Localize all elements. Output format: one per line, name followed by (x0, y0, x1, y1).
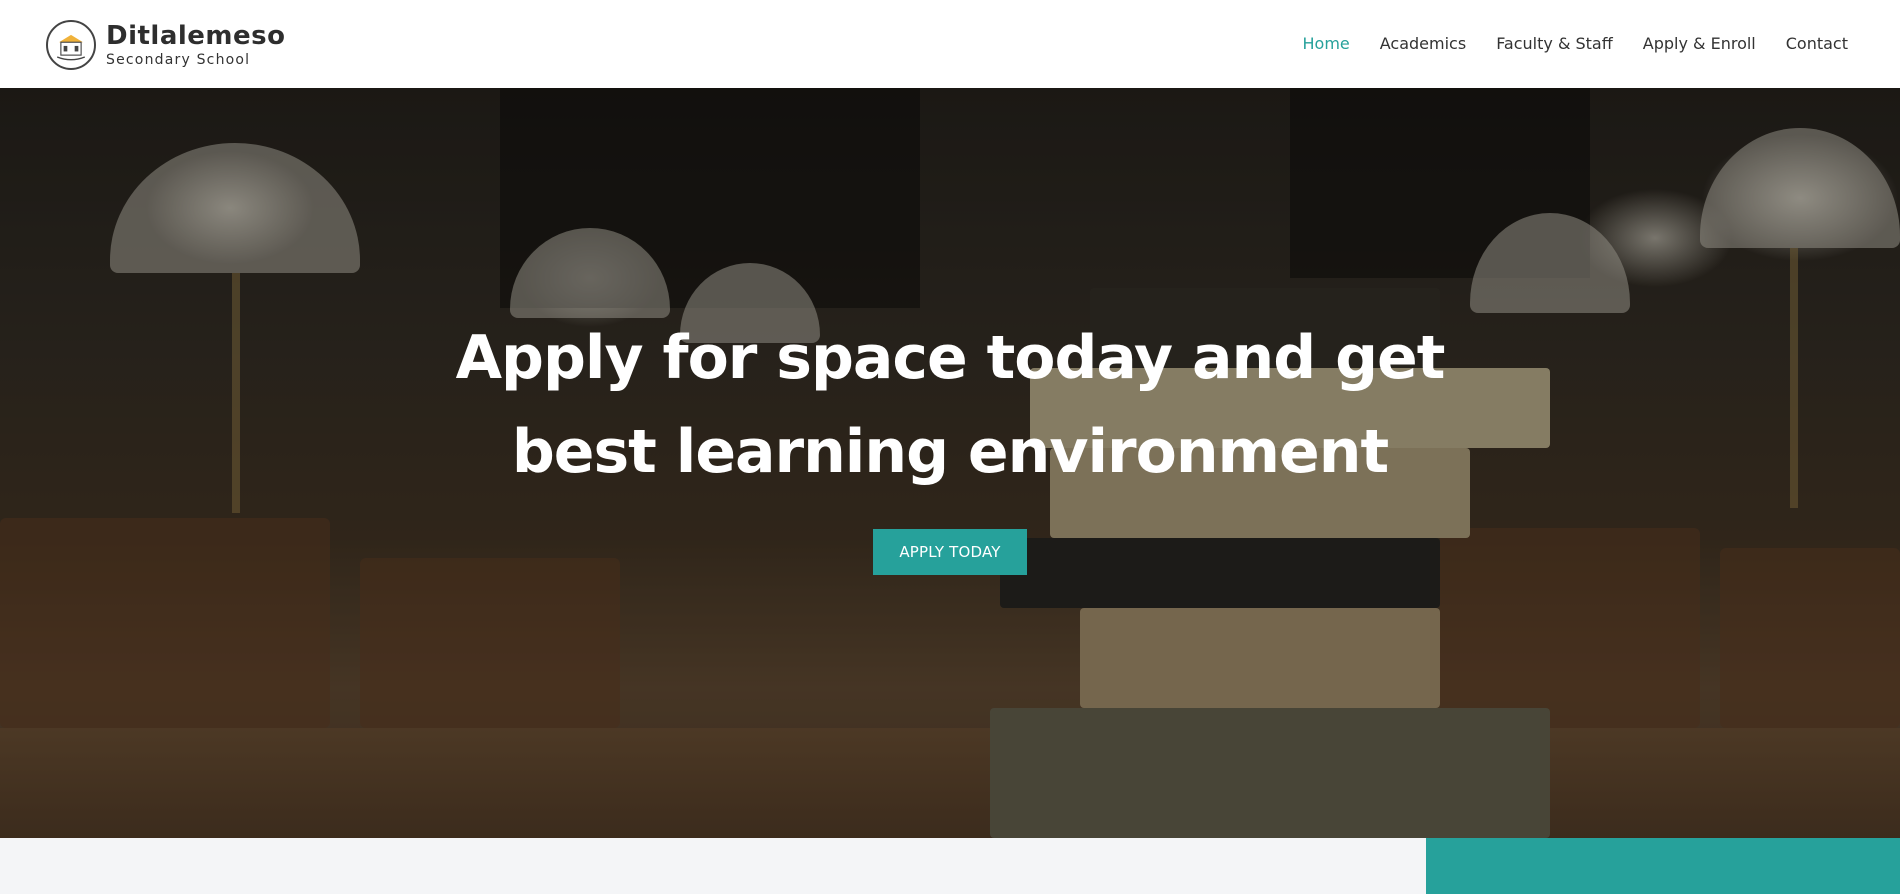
content-section-strip (0, 838, 1426, 894)
nav-faculty-staff[interactable]: Faculty & Staff (1496, 34, 1613, 53)
hero-title-line2: best learning environment (511, 417, 1389, 487)
hero-title: Apply for space today and get best learn… (450, 311, 1450, 499)
site-header: Ditlalemeso Secondary School Home Academ… (0, 0, 1900, 88)
accent-panel-strip (1426, 838, 1900, 894)
school-crest-icon (46, 20, 96, 70)
brand-name: Ditlalemeso (106, 21, 286, 51)
hero-banner: Apply for space today and get best learn… (0, 88, 1900, 838)
apply-today-button[interactable]: APPLY TODAY (873, 529, 1027, 575)
main-nav: Home Academics Faculty & Staff Apply & E… (1303, 34, 1849, 53)
nav-apply-enroll[interactable]: Apply & Enroll (1643, 34, 1756, 53)
brand[interactable]: Ditlalemeso Secondary School (46, 20, 286, 70)
nav-home[interactable]: Home (1303, 34, 1350, 53)
brand-subtitle: Secondary School (106, 52, 251, 68)
nav-contact[interactable]: Contact (1786, 34, 1848, 53)
hero-content: Apply for space today and get best learn… (0, 88, 1900, 838)
hero-title-line1: Apply for space today and get (455, 323, 1446, 393)
nav-academics[interactable]: Academics (1380, 34, 1466, 53)
